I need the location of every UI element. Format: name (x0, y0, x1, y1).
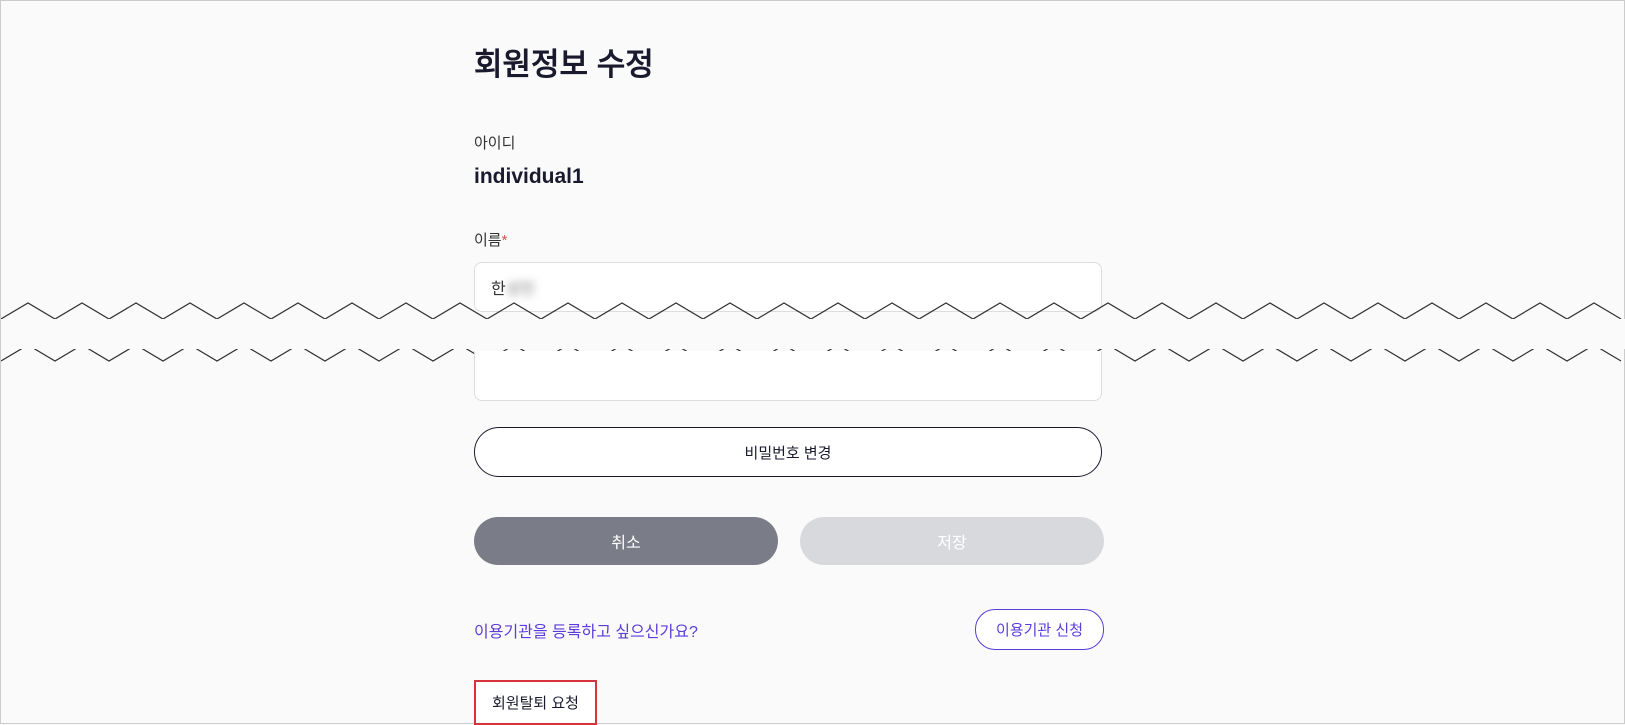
required-mark: * (502, 232, 508, 249)
change-password-button[interactable]: 비밀번호 변경 (474, 427, 1102, 477)
name-value-obscured: 성민 (506, 275, 535, 299)
name-label: 이름* (474, 229, 1104, 250)
action-row: 취소 저장 (474, 517, 1104, 565)
lower-section: 비밀번호 변경 취소 저장 이용기관을 등록하고 싶으신가요? 이용기관 신청 … (474, 351, 1104, 725)
withdraw-button[interactable]: 회원탈퇴 요청 (474, 680, 597, 725)
form-wrap: 회원정보 수정 아이디 individual1 이름* 한성민 (474, 1, 1104, 312)
save-button[interactable]: 저장 (800, 517, 1104, 565)
id-label: 아이디 (474, 132, 1104, 153)
bottom-input-fragment[interactable] (474, 351, 1102, 401)
name-input[interactable]: 한성민 (474, 262, 1102, 312)
register-org-link[interactable]: 이용기관을 등록하고 싶으신가요? (474, 618, 698, 642)
id-value: individual1 (474, 165, 1104, 189)
org-row: 이용기관을 등록하고 싶으신가요? 이용기관 신청 (474, 609, 1104, 650)
cancel-button[interactable]: 취소 (474, 517, 778, 565)
page-title: 회원정보 수정 (474, 39, 1104, 84)
apply-org-button[interactable]: 이용기관 신청 (975, 609, 1104, 650)
name-label-text: 이름 (474, 232, 502, 249)
page-container: 회원정보 수정 아이디 individual1 이름* 한성민 비밀번호 변경 … (0, 0, 1625, 724)
name-value-visible: 한 (491, 275, 506, 299)
